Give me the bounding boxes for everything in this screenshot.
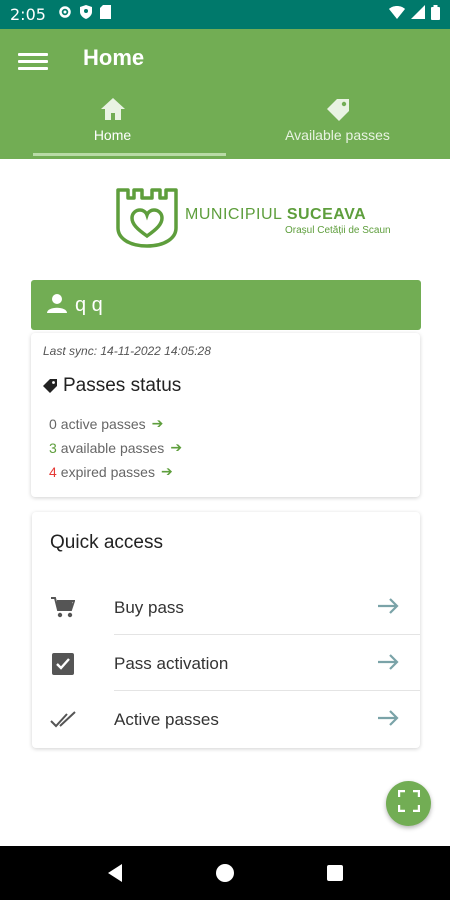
double-check-icon (50, 707, 76, 733)
menu-icon-line (18, 53, 48, 56)
home-circle-icon (216, 864, 234, 882)
user-bar: q q (31, 280, 421, 330)
menu-button[interactable] (18, 49, 48, 73)
castle-heart-icon (116, 188, 178, 248)
expired-passes-link[interactable]: 4 expired passes ➔ (49, 463, 173, 480)
back-icon (108, 864, 122, 882)
wifi-icon (389, 5, 405, 24)
arrow-right-icon: ➔ (151, 415, 164, 431)
arrow-right-icon: ➔ (170, 439, 183, 455)
active-passes-count: 0 (49, 415, 57, 432)
checkbox-icon (50, 651, 76, 677)
home-button[interactable] (205, 853, 245, 893)
quick-access-card: Quick access Buy pass Pass activation Ac… (32, 512, 420, 748)
logo-city: SUCEAVA (286, 206, 367, 223)
home-icon (100, 97, 126, 121)
user-name: q q (75, 293, 103, 316)
status-time: 2:05 (10, 5, 46, 24)
expired-passes-count: 4 (49, 463, 57, 480)
buy-pass-label: Buy pass (114, 598, 184, 617)
status-bar: 2:05 (0, 0, 450, 29)
tab-available-passes[interactable]: Available passes (225, 97, 450, 159)
active-tab-indicator (33, 153, 226, 156)
active-passes-link[interactable]: 0 active passes ➔ (49, 415, 163, 432)
tag-icon (43, 379, 57, 393)
municipality-logo: MUNICIPIUL SUCEAVA Orașul Cetății de Sca… (115, 186, 391, 250)
system-navigation-bar (0, 846, 450, 900)
tag-icon (325, 97, 351, 121)
divider (114, 634, 420, 635)
scan-frame-icon (397, 789, 420, 817)
scan-qr-button[interactable] (386, 781, 431, 826)
arrow-right-icon (378, 709, 400, 732)
tab-available-passes-label: Available passes (285, 127, 390, 143)
logo-wordmark: MUNICIPIUL SUCEAVA (185, 206, 366, 224)
shield-icon (79, 5, 92, 24)
page-title: Home (83, 45, 145, 70)
menu-icon-line (18, 67, 48, 70)
recents-icon (327, 865, 343, 881)
pass-activation-item[interactable]: Pass activation (32, 636, 420, 692)
tab-home[interactable]: Home (0, 97, 225, 159)
cart-icon (50, 595, 76, 621)
recents-button[interactable] (315, 853, 355, 893)
menu-icon-line (18, 60, 48, 63)
active-passes-item[interactable]: Active passes (32, 692, 420, 748)
app-bar: Home Home Available passes (0, 29, 450, 159)
expired-passes-text: expired passes (60, 463, 155, 480)
arrow-right-icon (378, 597, 400, 620)
quick-access-title: Quick access (50, 532, 163, 553)
signal-icon (411, 5, 425, 24)
available-passes-count: 3 (49, 439, 57, 456)
sim-card-icon (99, 5, 111, 24)
battery-icon (431, 4, 440, 25)
active-passes-label: Active passes (114, 710, 219, 729)
arrow-right-icon: ➔ (160, 463, 173, 479)
back-button[interactable] (95, 853, 135, 893)
passes-status-title-text: Passes status (63, 375, 182, 396)
available-passes-text: available passes (60, 439, 165, 456)
pass-activation-label: Pass activation (114, 654, 229, 673)
arrow-right-icon (378, 653, 400, 676)
available-passes-link[interactable]: 3 available passes ➔ (49, 439, 182, 456)
person-icon (47, 293, 67, 318)
tab-bar: Home Available passes (0, 97, 450, 159)
tab-home-label: Home (93, 127, 132, 143)
divider (114, 690, 420, 691)
passes-status-card: Last sync: 14-11-2022 14:05:28 Passes st… (31, 333, 420, 497)
logo-tagline: Orașul Cetății de Scaun (285, 225, 391, 236)
logo-prefix: MUNICIPIUL (185, 206, 282, 223)
last-sync-text: Last sync: 14-11-2022 14:05:28 (43, 344, 211, 358)
settings-icon (58, 5, 72, 24)
buy-pass-item[interactable]: Buy pass (32, 580, 420, 636)
active-passes-text: active passes (60, 415, 146, 432)
passes-status-title: Passes status (43, 375, 181, 397)
